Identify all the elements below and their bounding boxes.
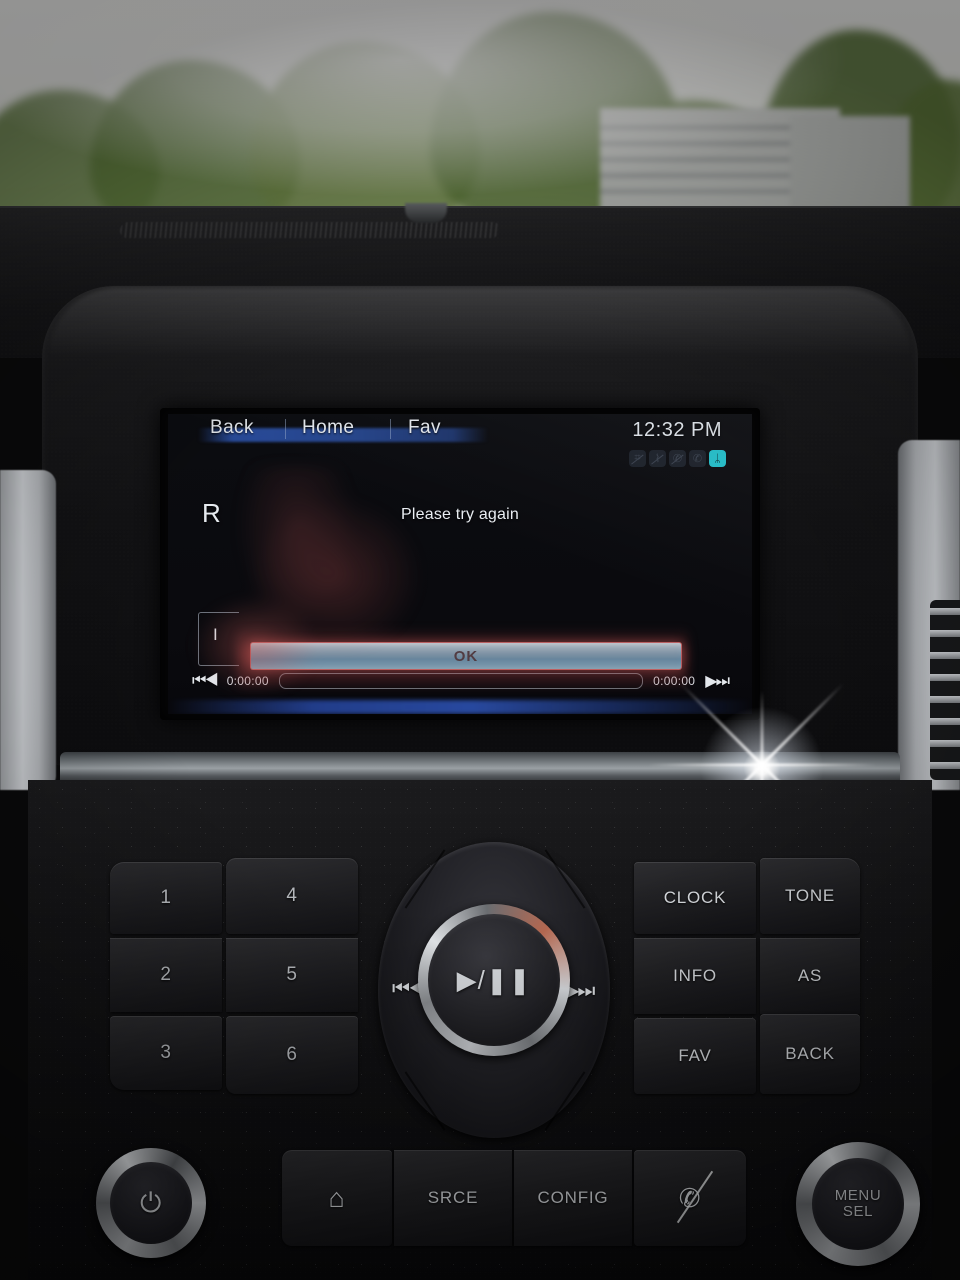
- signal-disabled-icon: ⌇: [649, 450, 666, 467]
- windshield-view: [0, 0, 960, 232]
- power-icon: ⏻: [140, 1187, 162, 1218]
- treeline: [0, 12, 960, 232]
- ok-button-label: OK: [453, 647, 479, 665]
- menu-knob-line2: SEL: [842, 1203, 874, 1220]
- hood-highlight: [48, 288, 912, 358]
- rearview-mirror-base: [405, 203, 447, 223]
- dialog-message: Please try again: [401, 506, 519, 523]
- preset-button-1[interactable]: 1: [110, 862, 222, 934]
- source-button[interactable]: SRCE: [394, 1150, 512, 1246]
- preset-5-label: 5: [286, 964, 298, 985]
- list-item-label: I: [213, 625, 218, 644]
- call-disabled-icon: ✆: [669, 450, 686, 467]
- home-button[interactable]: ⌂: [282, 1150, 392, 1246]
- fav-button[interactable]: FAV: [634, 1018, 756, 1094]
- next-track-button[interactable]: ▶⏭: [705, 671, 730, 691]
- back-button-label: BACK: [785, 1044, 835, 1063]
- preset-button-5[interactable]: 5: [226, 938, 358, 1012]
- media-control-ring: ⏮◀ ▶⏭ ▶/❚❚: [378, 842, 610, 1138]
- clock-display: 12:32 PM: [632, 419, 722, 441]
- tone-button[interactable]: TONE: [760, 858, 860, 934]
- playback-transport-bar: ⏮◀ 0:00:00 0:00:00 ▶⏭: [168, 668, 752, 694]
- preset-button-3[interactable]: 3: [110, 1016, 222, 1090]
- back-button[interactable]: BACK: [760, 1014, 860, 1094]
- info-button-label: INFO: [673, 966, 717, 985]
- preset-button-4[interactable]: 4: [226, 858, 358, 934]
- car-infotainment-photo: Back Home Fav 12:32 PM ⌗ ⌇ ✆ ✆ ᛦ R Pleas…: [0, 0, 960, 1280]
- infotainment-display[interactable]: Back Home Fav 12:32 PM ⌗ ⌇ ✆ ✆ ᛦ R Pleas…: [168, 414, 752, 714]
- defroster-grille: [119, 222, 501, 238]
- menu-knob-face[interactable]: MENU SEL: [812, 1158, 904, 1250]
- clock-button[interactable]: CLOCK: [634, 862, 756, 934]
- preset-1-label: 1: [160, 887, 172, 908]
- play-pause-button[interactable]: ▶/❚❚: [428, 914, 560, 1046]
- phone-icon: ✆: [689, 450, 706, 467]
- as-button-label: AS: [797, 966, 823, 985]
- top-tab-bar: Back Home Fav 12:32 PM: [168, 414, 752, 444]
- phone-mute-icon: ✆: [678, 1182, 702, 1213]
- bluetooth-icon: ᛦ: [709, 450, 726, 467]
- preset-3-label: 3: [160, 1042, 172, 1063]
- phone-mute-button[interactable]: ✆: [634, 1150, 746, 1246]
- left-silver-trim: [0, 470, 56, 790]
- power-knob-face[interactable]: ⏻: [110, 1162, 192, 1244]
- network-disabled-icon: ⌗: [629, 450, 646, 467]
- menu-knob-line1: MENU: [834, 1187, 882, 1205]
- info-button[interactable]: INFO: [634, 938, 756, 1014]
- tab-home[interactable]: Home: [302, 417, 354, 439]
- clock-button-label: CLOCK: [663, 888, 727, 907]
- home-icon: ⌂: [328, 1182, 346, 1213]
- as-button[interactable]: AS: [760, 938, 860, 1014]
- preset-4-label: 4: [286, 885, 298, 906]
- air-vent[interactable]: [930, 600, 960, 780]
- config-button[interactable]: CONFIG: [514, 1150, 632, 1246]
- elapsed-time: 0:00:00: [226, 674, 269, 688]
- play-pause-label: ▶/❚❚: [456, 964, 532, 995]
- preset-button-6[interactable]: 6: [226, 1016, 358, 1094]
- list-item[interactable]: I: [198, 612, 239, 666]
- preset-2-label: 2: [160, 964, 172, 985]
- config-button-label: CONFIG: [537, 1188, 609, 1207]
- preset-button-2[interactable]: 2: [110, 938, 222, 1012]
- fav-button-label: FAV: [678, 1046, 712, 1065]
- preset-6-label: 6: [286, 1044, 298, 1065]
- tab-back[interactable]: Back: [210, 417, 254, 439]
- status-icon-strip: ⌗ ⌇ ✆ ✆ ᛦ: [629, 450, 726, 467]
- remaining-time: 0:00:00: [653, 674, 696, 688]
- bottom-glow: [168, 700, 752, 714]
- prev-track-button[interactable]: ⏮◀: [192, 672, 219, 690]
- source-button-label: SRCE: [427, 1188, 479, 1207]
- tab-fav[interactable]: Fav: [408, 417, 441, 439]
- ok-button[interactable]: OK: [250, 642, 682, 670]
- seek-bar[interactable]: [278, 673, 644, 689]
- tone-button-label: TONE: [784, 886, 836, 905]
